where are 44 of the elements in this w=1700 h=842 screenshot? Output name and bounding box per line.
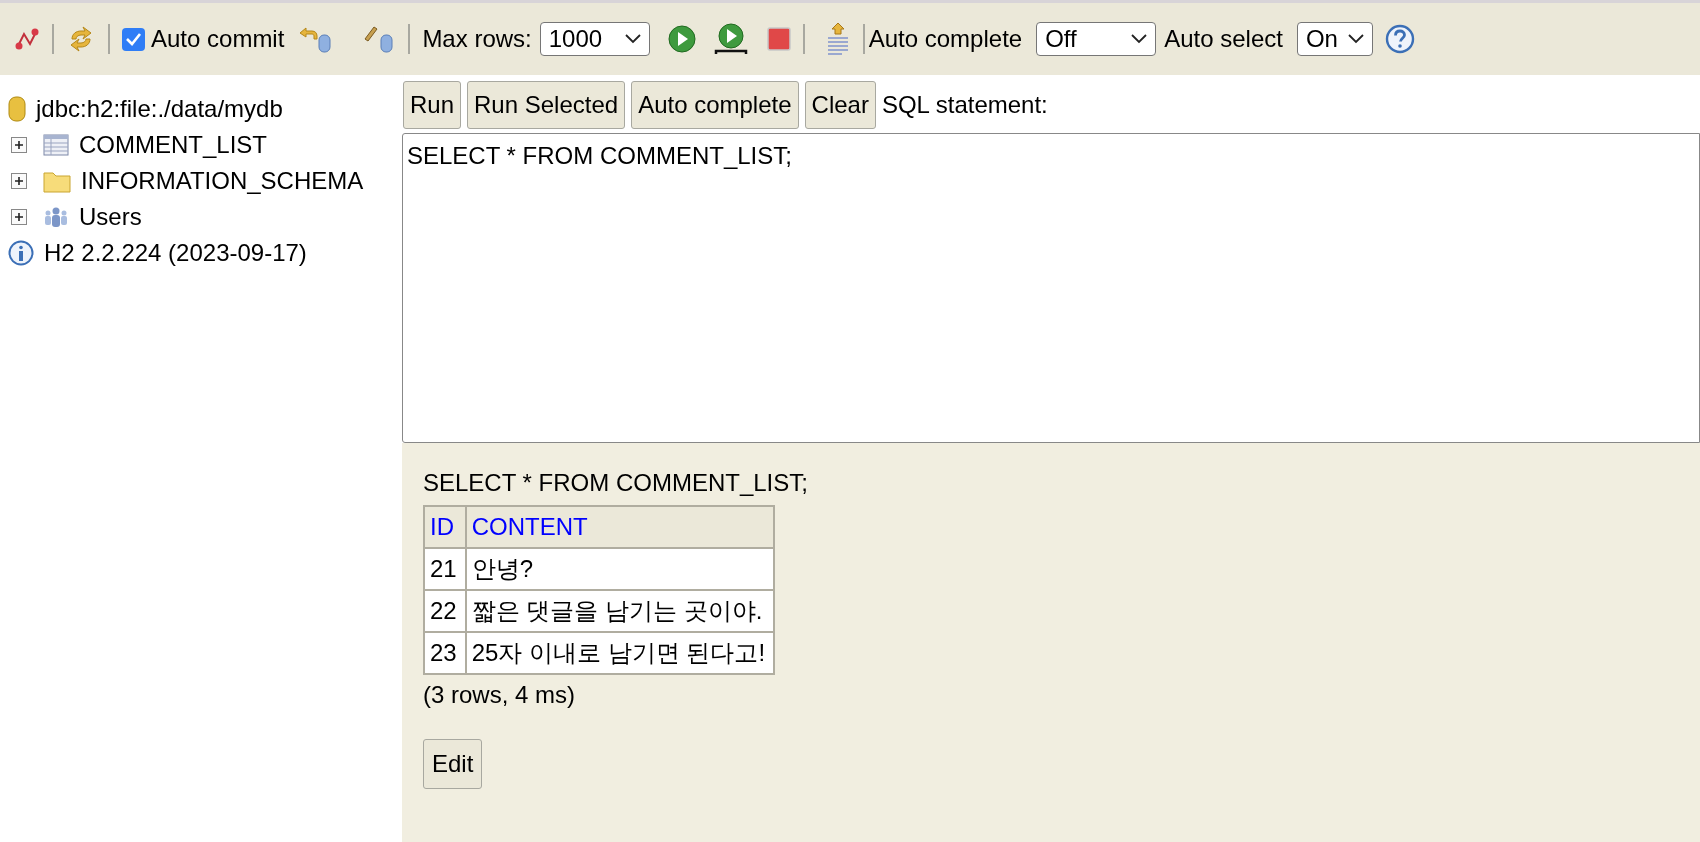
edit-button[interactable]: Edit	[423, 739, 483, 789]
auto-complete-select[interactable]: Off	[1036, 22, 1157, 56]
rollback-icon[interactable]	[298, 25, 333, 53]
stop-icon[interactable]	[766, 27, 791, 51]
tree-item[interactable]: Users	[79, 199, 142, 235]
table-cell: 25자 이내로 남기면 된다고!	[465, 632, 775, 674]
query-text: SELECT * FROM COMMENT_LIST;	[423, 468, 808, 498]
users-icon	[43, 205, 69, 229]
expand-icon[interactable]	[11, 173, 27, 189]
checkmark-icon	[125, 32, 142, 46]
result-summary: (3 rows, 4 ms)	[423, 680, 575, 710]
tree-item[interactable]: COMMENT_LIST	[79, 127, 267, 163]
expand-icon[interactable]	[11, 137, 27, 153]
toolbar-button[interactable]: Auto complete	[631, 81, 799, 129]
table-cell: 23	[424, 632, 466, 674]
sql-editor[interactable]: SELECT * FROM COMMENT_LIST;	[402, 133, 1700, 443]
chevron-down-icon	[1131, 34, 1148, 44]
info-icon	[8, 240, 34, 266]
chevron-down-icon	[624, 34, 641, 44]
database-icon	[8, 95, 26, 123]
auto-commit-checkbox[interactable]	[122, 27, 145, 51]
chevron-down-icon	[1347, 34, 1364, 44]
toolbar-button[interactable]: Run Selected	[467, 81, 626, 129]
toolbar-button[interactable]: Run	[403, 81, 462, 129]
auto-select-label: Auto select	[1164, 24, 1283, 54]
max-rows-label: Max rows:	[422, 24, 532, 54]
auto-select-select[interactable]: On	[1296, 22, 1373, 56]
folder-icon	[43, 169, 71, 193]
tree-item[interactable]: INFORMATION_SCHEMA	[81, 163, 364, 199]
run-selected-icon[interactable]	[712, 21, 749, 57]
auto-commit-label: Auto commit	[151, 24, 285, 54]
toolbar-button[interactable]: Clear	[804, 81, 876, 129]
tree-item[interactable]: jdbc:h2:file:./data/mydb	[36, 91, 283, 127]
auto-complete-label: Auto complete	[868, 24, 1023, 54]
column-header[interactable]: ID	[424, 506, 466, 548]
help-icon[interactable]	[1384, 24, 1415, 54]
disconnect-icon[interactable]	[14, 26, 40, 52]
run-icon[interactable]	[666, 24, 697, 54]
table-icon	[43, 134, 69, 156]
sql-statement-label: SQL statement:	[881, 90, 1048, 120]
max-rows-select[interactable]: 1000	[539, 22, 650, 56]
tree-item[interactable]: H2 2.2.224 (2023-09-17)	[44, 235, 307, 271]
column-header[interactable]: CONTENT	[465, 506, 775, 548]
expand-icon[interactable]	[11, 209, 27, 225]
